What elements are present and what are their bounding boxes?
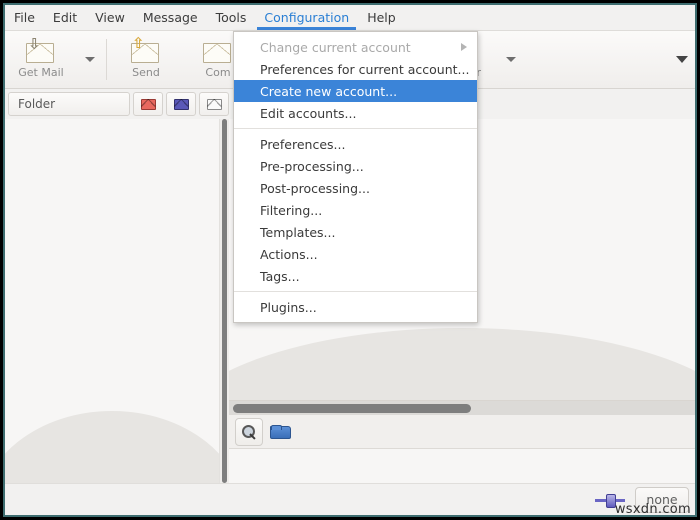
menu-file[interactable]: File — [5, 5, 44, 30]
menu-item-preferences-for-current-account[interactable]: Preferences for current account... — [234, 58, 477, 80]
menu-item-change-current-account[interactable]: Change current account — [234, 36, 477, 58]
menu-item-label: Plugins... — [260, 299, 317, 315]
menu-tools[interactable]: Tools — [207, 5, 256, 30]
menu-item-edit-accounts[interactable]: Edit accounts... — [234, 102, 477, 124]
status-bar: none wsxdn.com — [5, 483, 695, 515]
menu-configuration[interactable]: Configuration — [255, 5, 358, 30]
envelope-red-icon — [140, 98, 156, 110]
send-label: Send — [132, 66, 160, 79]
menu-item-actions[interactable]: Actions... — [234, 243, 477, 265]
column-header-folder-label: Folder — [18, 97, 56, 111]
chevron-down-icon — [85, 57, 95, 62]
message-list-hscrollbar[interactable] — [229, 401, 695, 415]
status-badge[interactable]: none — [635, 486, 689, 513]
menu-item-label: Pre-processing... — [260, 158, 364, 174]
get-mail-button[interactable]: ⇩ Get Mail — [5, 31, 77, 88]
menu-item-label: Post-processing... — [260, 180, 370, 196]
column-header-folder[interactable]: Folder — [8, 92, 130, 116]
compose-label: Com — [205, 66, 231, 79]
column-header-total[interactable] — [199, 92, 229, 116]
envelope-upload-icon: ⇧ — [129, 36, 163, 64]
pane-splitter[interactable] — [220, 119, 229, 483]
menu-item-post-processing[interactable]: Post-processing... — [234, 177, 477, 199]
message-view-pane[interactable] — [229, 449, 695, 483]
folder-tree-pane[interactable] — [5, 119, 220, 483]
toolbar-overflow-button[interactable] — [669, 31, 695, 88]
menu-separator — [234, 128, 477, 129]
menu-item-plugins[interactable]: Plugins... — [234, 296, 477, 318]
toolbar-spacer-right — [524, 31, 670, 88]
menu-item-label: Actions... — [260, 246, 318, 262]
menu-item-label: Change current account — [260, 39, 411, 55]
menu-edit[interactable]: Edit — [44, 5, 86, 30]
menu-help[interactable]: Help — [358, 5, 405, 30]
chevron-down-icon — [505, 57, 516, 62]
chevron-down-icon — [676, 56, 688, 63]
envelope-gray-icon — [206, 98, 222, 110]
envelope-blue-icon — [173, 98, 189, 110]
online-connector-icon[interactable] — [595, 493, 625, 508]
pane-backdrop-arc — [5, 411, 219, 483]
sender-dropdown[interactable] — [498, 31, 524, 88]
menu-item-create-new-account[interactable]: Create new account... — [234, 80, 477, 102]
menu-view[interactable]: View — [86, 5, 134, 30]
chevron-right-icon — [461, 43, 467, 51]
get-mail-label: Get Mail — [18, 66, 64, 79]
menu-item-label: Preferences for current account... — [260, 61, 470, 77]
compose-icon — [201, 40, 235, 64]
menu-separator — [234, 291, 477, 292]
configuration-menu[interactable]: Change current account Preferences for c… — [233, 31, 478, 323]
quick-search-button[interactable] — [235, 417, 263, 446]
quick-search-bar — [229, 415, 695, 449]
application-window: File Edit View Message Tools Configurati… — [3, 3, 697, 517]
menu-item-pre-processing[interactable]: Pre-processing... — [234, 155, 477, 177]
menu-item-tags[interactable]: Tags... — [234, 265, 477, 287]
menu-item-templates[interactable]: Templates... — [234, 221, 477, 243]
column-header-new[interactable] — [166, 92, 196, 116]
menu-item-label: Edit accounts... — [260, 105, 357, 121]
menu-item-label: Templates... — [260, 224, 336, 240]
menu-item-filtering[interactable]: Filtering... — [234, 199, 477, 221]
menu-item-label: Tags... — [260, 268, 300, 284]
column-header-unread[interactable] — [133, 92, 163, 116]
get-mail-dropdown[interactable] — [77, 31, 103, 88]
pane-backdrop-arc — [229, 328, 695, 400]
toolbar-separator — [106, 39, 107, 80]
menu-item-label: Preferences... — [260, 136, 346, 152]
menu-item-label: Filtering... — [260, 202, 323, 218]
envelope-download-icon: ⇩ — [24, 37, 58, 64]
menu-bar: File Edit View Message Tools Configurati… — [5, 5, 695, 31]
menu-item-label: Create new account... — [260, 83, 398, 99]
menu-item-preferences[interactable]: Preferences... — [234, 133, 477, 155]
magnifier-icon — [242, 424, 256, 439]
send-button[interactable]: ⇧ Send — [110, 31, 182, 88]
menu-message[interactable]: Message — [134, 5, 207, 30]
status-badge-label: none — [646, 492, 678, 507]
folder-blue-icon[interactable] — [270, 424, 291, 439]
scrollbar-thumb[interactable] — [233, 404, 471, 413]
